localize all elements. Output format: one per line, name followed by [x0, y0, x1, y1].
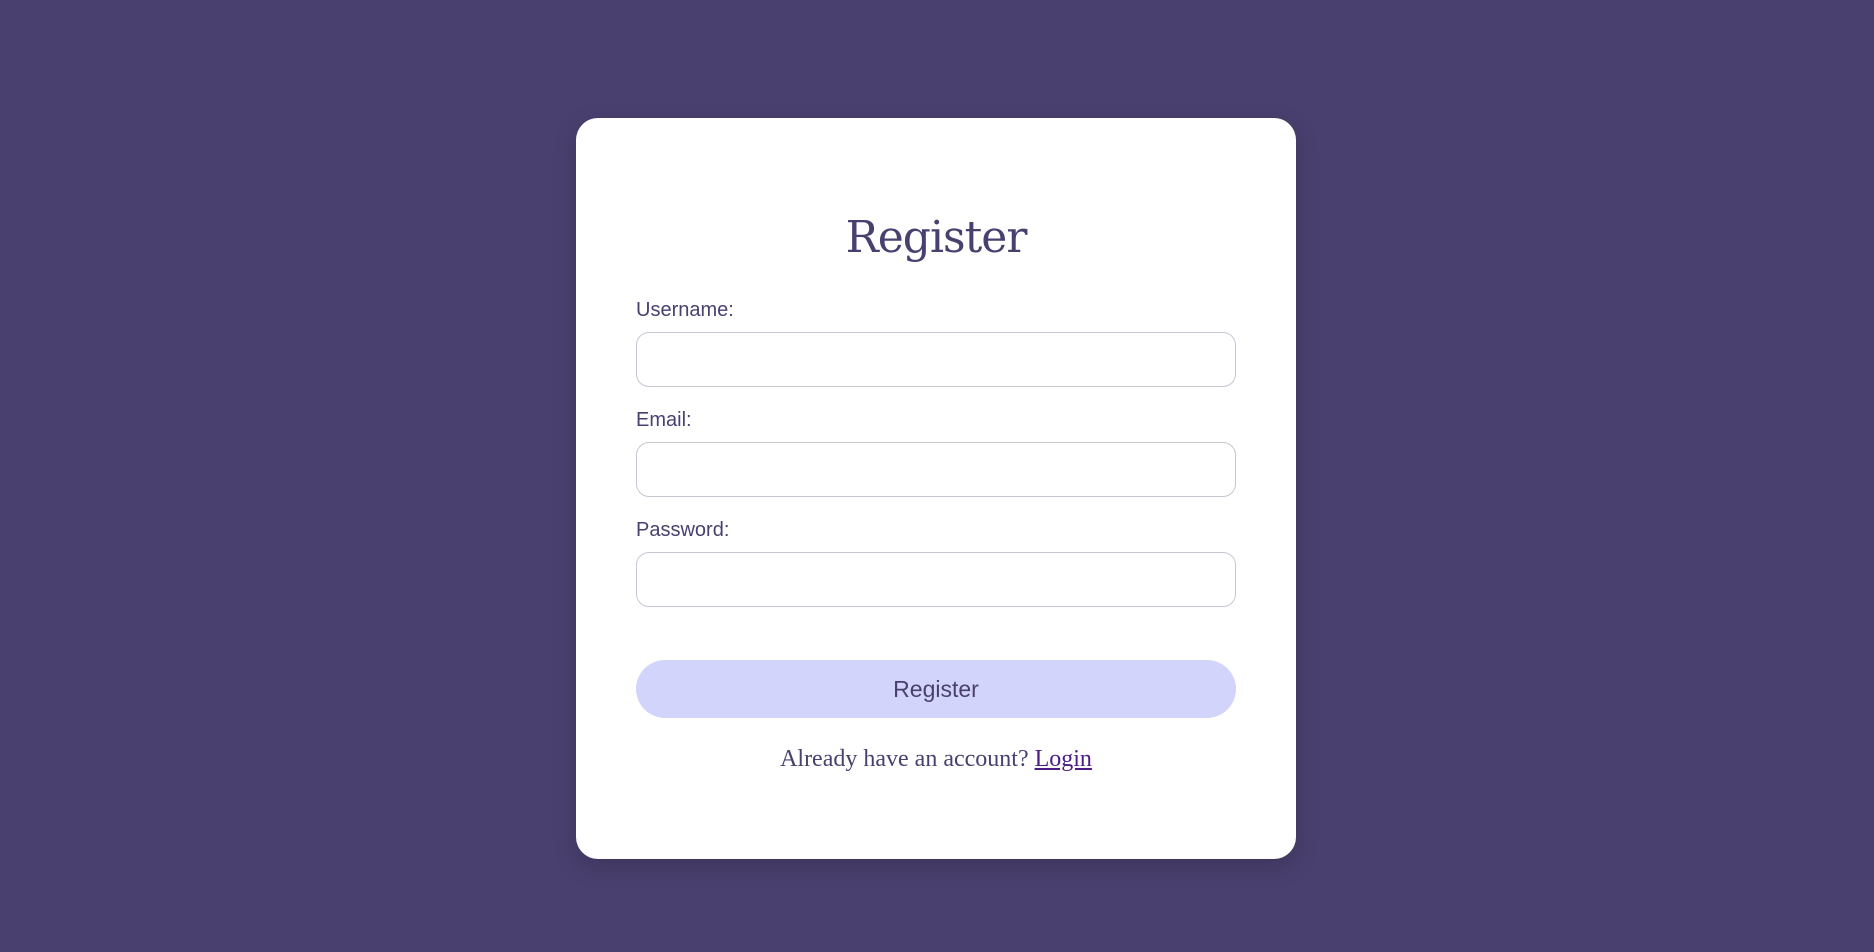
page-title: Register — [845, 212, 1028, 263]
email-input[interactable] — [636, 442, 1236, 497]
login-prompt: Already have an account? Login — [576, 746, 1296, 773]
register-button[interactable]: Register — [636, 660, 1236, 718]
login-link[interactable]: Login — [1035, 746, 1092, 772]
email-label: Email: — [636, 409, 692, 431]
register-card: Register Username: Email: Password: Regi… — [576, 118, 1296, 859]
password-label: Password: — [636, 519, 730, 541]
username-label: Username: — [636, 299, 734, 321]
username-input[interactable] — [636, 332, 1236, 387]
password-input[interactable] — [636, 552, 1236, 607]
login-prompt-text: Already have an account? — [780, 746, 1029, 772]
